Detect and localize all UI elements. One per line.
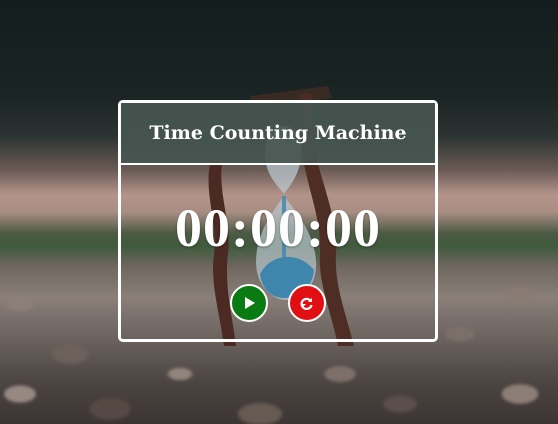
play-button[interactable] [230,284,268,322]
play-icon [245,297,255,309]
card-header: Time Counting Machine [121,103,435,165]
refresh-icon [300,297,313,310]
time-display: 00:00:00 [175,198,381,258]
card-body: 00:00:00 [121,165,435,339]
app-title: Time Counting Machine [149,122,407,144]
timer-controls [121,284,435,322]
reset-button[interactable] [288,284,326,322]
timer-card: Time Counting Machine 00:00:00 [118,100,438,342]
